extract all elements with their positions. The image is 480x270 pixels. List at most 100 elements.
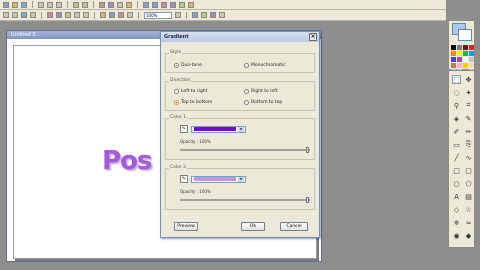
palette-swatch[interactable]	[457, 45, 462, 50]
shape-icon[interactable]: ◇	[452, 205, 461, 214]
frame-icon[interactable]	[118, 12, 124, 18]
hue-icon[interactable]	[65, 12, 71, 18]
color2-select[interactable]: ▼	[191, 175, 246, 183]
actual-size-icon[interactable]	[201, 12, 207, 18]
layers-icon[interactable]	[179, 1, 185, 8]
cancel-button[interactable]: Cancel	[280, 222, 308, 231]
palette-swatch[interactable]	[451, 63, 456, 68]
palette-swatch[interactable]	[457, 57, 462, 62]
picker-icon[interactable]: ✎	[464, 114, 473, 123]
eyedropper-icon[interactable]: ✎	[180, 125, 188, 133]
magic-wand-icon[interactable]: ✦	[464, 88, 473, 97]
fit-window-icon[interactable]	[192, 12, 198, 18]
palette-swatch[interactable]	[451, 51, 456, 56]
color1-opacity-thumb[interactable]	[306, 147, 309, 153]
color2-opacity-slider[interactable]	[180, 197, 310, 203]
undo-icon[interactable]	[73, 1, 79, 8]
palette-swatch[interactable]	[469, 57, 474, 62]
redo-icon[interactable]	[82, 1, 88, 8]
print-icon[interactable]	[127, 12, 133, 18]
blur-icon[interactable]	[74, 12, 80, 18]
polygon-icon[interactable]: ⬠	[464, 179, 473, 188]
round-rect-icon[interactable]: ▢	[464, 166, 473, 175]
pencil-icon[interactable]: ✏	[464, 127, 473, 136]
rotate-icon[interactable]	[99, 1, 105, 8]
lasso-icon[interactable]: ◌	[452, 88, 461, 97]
color2-opacity-thumb[interactable]	[306, 197, 309, 203]
chevron-down-icon[interactable]: ▼	[238, 126, 244, 132]
brightness-icon[interactable]	[47, 12, 53, 18]
eraser-icon[interactable]: ▭	[452, 140, 461, 149]
radio-monochromatic[interactable]: Monochromatic	[244, 63, 286, 68]
grid-icon[interactable]	[21, 12, 27, 18]
new-icon[interactable]	[3, 1, 9, 8]
zoom-out-icon[interactable]	[152, 1, 158, 8]
clone-icon[interactable]: ⎘	[464, 140, 473, 149]
radio-duo-tone[interactable]: Duo-tone	[174, 63, 202, 68]
effects-icon[interactable]	[161, 1, 167, 8]
flip-icon[interactable]	[108, 1, 114, 8]
color1-opacity-slider[interactable]	[180, 147, 310, 153]
zoom-select[interactable]: 100%	[144, 11, 172, 19]
cut-icon[interactable]	[38, 1, 44, 8]
save-icon[interactable]	[21, 1, 27, 8]
select-icon[interactable]: ⬚	[452, 75, 461, 84]
text-tool-icon[interactable]	[100, 12, 106, 18]
ok-button[interactable]: Ok	[241, 222, 265, 231]
adjust-icon[interactable]	[170, 1, 176, 8]
deselect-icon[interactable]	[12, 12, 18, 18]
gradient-icon[interactable]: ▤	[464, 192, 473, 201]
sharpen-icon[interactable]	[83, 12, 89, 18]
zoom-in-icon[interactable]	[143, 1, 149, 8]
star-icon[interactable]: ☆	[464, 205, 473, 214]
crop-icon[interactable]	[126, 1, 132, 8]
select-all-icon[interactable]	[3, 12, 9, 18]
palette-swatch[interactable]	[451, 57, 456, 62]
palette-swatch[interactable]	[469, 63, 474, 68]
sharpen-icon[interactable]: ◆	[464, 231, 473, 240]
radio-right-to-left[interactable]: Right to left	[244, 89, 278, 94]
help-icon[interactable]	[188, 1, 194, 8]
copy-icon[interactable]	[47, 1, 53, 8]
paste-icon[interactable]	[56, 1, 62, 8]
palette-swatch[interactable]	[463, 51, 468, 56]
red-eye-icon[interactable]: ◉	[452, 231, 461, 240]
open-icon[interactable]	[12, 1, 18, 8]
preview-button[interactable]: Preview	[174, 222, 198, 231]
crop-icon[interactable]: ⌗	[464, 101, 473, 110]
fullscreen-icon[interactable]	[210, 12, 216, 18]
move-icon[interactable]: ✥	[464, 75, 473, 84]
zoom-icon[interactable]: ⚲	[452, 101, 461, 110]
resize-icon[interactable]	[117, 1, 123, 8]
rect-icon[interactable]: □	[452, 166, 461, 175]
options-icon[interactable]	[219, 12, 225, 18]
line-icon[interactable]: ╱	[452, 153, 461, 162]
smudge-icon[interactable]: ≈	[464, 218, 473, 227]
airbrush-icon[interactable]: ※	[452, 218, 461, 227]
palette-swatch[interactable]	[463, 57, 468, 62]
radio-top-to-bottom[interactable]: Top to bottom	[174, 100, 212, 105]
color1-select[interactable]: ▼	[191, 125, 246, 133]
palette-swatch[interactable]	[457, 63, 462, 68]
chevron-down-icon[interactable]	[175, 12, 181, 18]
shape-tool-icon[interactable]	[109, 12, 115, 18]
palette-swatch[interactable]	[451, 45, 456, 50]
palette-swatch[interactable]	[457, 51, 462, 56]
fill-icon[interactable]: ◈	[452, 114, 461, 123]
text-icon[interactable]: A	[452, 192, 461, 201]
chevron-down-icon[interactable]: ▼	[238, 176, 244, 182]
curve-icon[interactable]: ∿	[464, 153, 473, 162]
radio-left-to-right[interactable]: Left to right	[174, 89, 207, 94]
palette-swatch[interactable]	[469, 51, 474, 56]
palette-swatch[interactable]	[463, 63, 468, 68]
ruler-icon[interactable]	[30, 12, 36, 18]
secondary-color[interactable]	[458, 29, 472, 41]
eyedropper-icon[interactable]: ✎	[180, 175, 188, 183]
brush-icon[interactable]: ✐	[452, 127, 461, 136]
palette-swatch[interactable]	[469, 45, 474, 50]
contrast-icon[interactable]	[56, 12, 62, 18]
close-icon[interactable]: ×	[309, 33, 317, 41]
ellipse-icon[interactable]: ○	[452, 179, 461, 188]
palette-swatch[interactable]	[463, 45, 468, 50]
radio-bottom-to-top[interactable]: Bottom to top	[244, 100, 282, 105]
